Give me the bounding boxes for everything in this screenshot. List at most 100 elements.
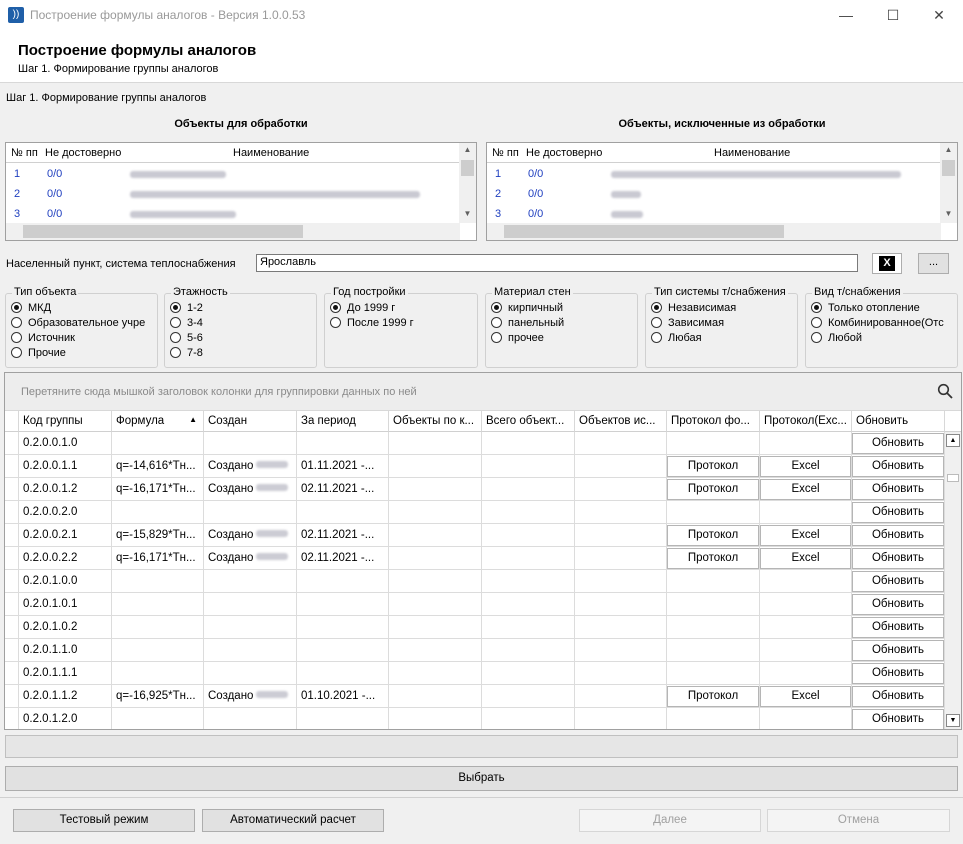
select-button[interactable]: Выбрать	[5, 766, 958, 791]
refresh-button[interactable]: Обновить	[852, 709, 944, 729]
refresh-button[interactable]: Обновить	[852, 640, 944, 661]
cell-protocol[interactable]	[667, 662, 760, 685]
cell-formula[interactable]	[112, 616, 204, 639]
col-objects-by[interactable]: Объекты по к...	[389, 411, 482, 432]
refresh-button[interactable]: Обновить	[852, 456, 944, 477]
table-row[interactable]: 0.2.0.0.2.2 q=-16,171*Тн... Создано 02.11.2…	[5, 547, 945, 570]
scroll-up-icon[interactable]: ▲	[946, 434, 960, 447]
cell-refresh[interactable]: Обновить	[852, 708, 945, 729]
radio-year-after-1999[interactable]: После 1999 г	[330, 317, 414, 332]
cell-protocol[interactable]	[667, 432, 760, 455]
cell-protocol-excel[interactable]	[760, 593, 852, 616]
cell-empty[interactable]	[389, 501, 482, 524]
cell-empty[interactable]	[575, 639, 667, 662]
col-group-code[interactable]: Код группы	[19, 411, 112, 432]
table-row[interactable]: 0.2.0.1.0.2 Обновить	[5, 616, 945, 639]
cell-refresh[interactable]: Обновить	[852, 570, 945, 593]
table-row[interactable]: 0.2.0.0.1.2 q=-16,171*Тн... Создано 02.11.2…	[5, 478, 945, 501]
cell-empty[interactable]	[482, 685, 575, 708]
cell-group-code[interactable]: 0.2.0.0.1.2	[19, 478, 112, 501]
cell-period[interactable]: 01.11.2021 -...	[297, 455, 389, 478]
cell-empty[interactable]	[389, 455, 482, 478]
cell-group-code[interactable]: 0.2.0.1.2.0	[19, 708, 112, 729]
cell-period[interactable]	[297, 432, 389, 455]
cell-group-code[interactable]: 0.2.0.0.1.0	[19, 432, 112, 455]
refresh-button[interactable]: Обновить	[852, 525, 944, 546]
cell-protocol-excel[interactable]	[760, 662, 852, 685]
cell-created[interactable]	[204, 639, 297, 662]
col-num[interactable]: № пп	[492, 147, 519, 159]
cell-refresh[interactable]: Обновить	[852, 547, 945, 570]
refresh-button[interactable]: Обновить	[852, 571, 944, 592]
cell-empty[interactable]	[389, 662, 482, 685]
cell-created[interactable]	[204, 593, 297, 616]
cell-empty[interactable]	[482, 501, 575, 524]
radio-object-educational[interactable]: Образовательное учре	[11, 317, 157, 332]
cell-created[interactable]	[204, 570, 297, 593]
cell-refresh[interactable]: Обновить	[852, 478, 945, 501]
cell-formula[interactable]	[112, 639, 204, 662]
grid-body[interactable]: 0.2.0.0.1.0 Обновить 0.2.0.0.1.1 q=-14,616*…	[5, 432, 945, 729]
cell-empty[interactable]	[482, 547, 575, 570]
cell-formula[interactable]: q=-16,171*Тн...	[112, 478, 204, 501]
radio-supply-any[interactable]: Любой	[811, 332, 957, 347]
cell-refresh[interactable]: Обновить	[852, 501, 945, 524]
cell-period[interactable]: 02.11.2021 -...	[297, 547, 389, 570]
cell-empty[interactable]	[575, 570, 667, 593]
cell-formula[interactable]: q=-15,829*Тн...	[112, 524, 204, 547]
cell-group-code[interactable]: 0.2.0.1.0.1	[19, 593, 112, 616]
cell-created[interactable]: Создано	[204, 547, 297, 570]
col-period[interactable]: За период	[297, 411, 389, 432]
cell-protocol-excel[interactable]: Excel	[760, 685, 852, 708]
group-by-panel[interactable]: Перетяните сюда мышкой заголовок колонки…	[5, 373, 961, 411]
cell-refresh[interactable]: Обновить	[852, 432, 945, 455]
cell-formula[interactable]	[112, 570, 204, 593]
cell-formula[interactable]	[112, 662, 204, 685]
cell-protocol-excel[interactable]: Excel	[760, 524, 852, 547]
cell-empty[interactable]	[575, 432, 667, 455]
radio-object-mkd[interactable]: МКД	[11, 302, 157, 317]
radio-object-source[interactable]: Источник	[11, 332, 157, 347]
cell-period[interactable]	[297, 639, 389, 662]
cell-empty[interactable]	[389, 524, 482, 547]
cell-group-code[interactable]: 0.2.0.0.1.1	[19, 455, 112, 478]
cell-empty[interactable]	[389, 570, 482, 593]
refresh-button[interactable]: Обновить	[852, 617, 944, 638]
cell-period[interactable]	[297, 501, 389, 524]
table-row[interactable]: 2 0/0	[6, 184, 460, 204]
cell-protocol[interactable]: Протокол	[667, 524, 760, 547]
col-created[interactable]: Создан	[204, 411, 297, 432]
radio-supply-combined[interactable]: Комбинированное(Отс	[811, 317, 957, 332]
col-name[interactable]: Наименование	[233, 147, 309, 159]
radio-floors-3-4[interactable]: 3-4	[170, 317, 203, 332]
cell-group-code[interactable]: 0.2.0.0.2.1	[19, 524, 112, 547]
cell-empty[interactable]	[575, 524, 667, 547]
table-row[interactable]: 1 0/0	[6, 164, 460, 184]
col-objects-excluded[interactable]: Объектов ис...	[575, 411, 667, 432]
refresh-button[interactable]: Обновить	[852, 479, 944, 500]
cell-refresh[interactable]: Обновить	[852, 662, 945, 685]
scroll-up-icon[interactable]: ▲	[940, 145, 957, 154]
cell-formula[interactable]: q=-16,171*Тн...	[112, 547, 204, 570]
col-protocol[interactable]: Протокол фо...	[667, 411, 760, 432]
cell-created[interactable]: Создано	[204, 685, 297, 708]
test-mode-button[interactable]: Тестовый режим	[13, 809, 195, 832]
cell-empty[interactable]	[482, 639, 575, 662]
cell-period[interactable]	[297, 616, 389, 639]
cell-empty[interactable]	[575, 478, 667, 501]
cell-formula[interactable]: q=-14,616*Тн...	[112, 455, 204, 478]
analog-groups-grid[interactable]: Перетяните сюда мышкой заголовок колонки…	[4, 372, 962, 730]
excluded-objects-grid[interactable]: № пп Не достоверно Наименование 1 0/0 2 …	[486, 142, 958, 241]
cell-protocol[interactable]	[667, 639, 760, 662]
cell-formula[interactable]	[112, 593, 204, 616]
cell-empty[interactable]	[575, 455, 667, 478]
protocol-button[interactable]: Протокол	[667, 456, 759, 477]
radio-floors-5-6[interactable]: 5-6	[170, 332, 203, 347]
cell-empty[interactable]	[389, 478, 482, 501]
search-icon[interactable]	[937, 383, 953, 399]
cell-refresh[interactable]: Обновить	[852, 685, 945, 708]
cell-group-code[interactable]: 0.2.0.1.0.0	[19, 570, 112, 593]
cell-empty[interactable]	[482, 455, 575, 478]
scroll-down-icon[interactable]: ▼	[940, 209, 957, 218]
cell-formula[interactable]: q=-16,925*Тн...	[112, 685, 204, 708]
